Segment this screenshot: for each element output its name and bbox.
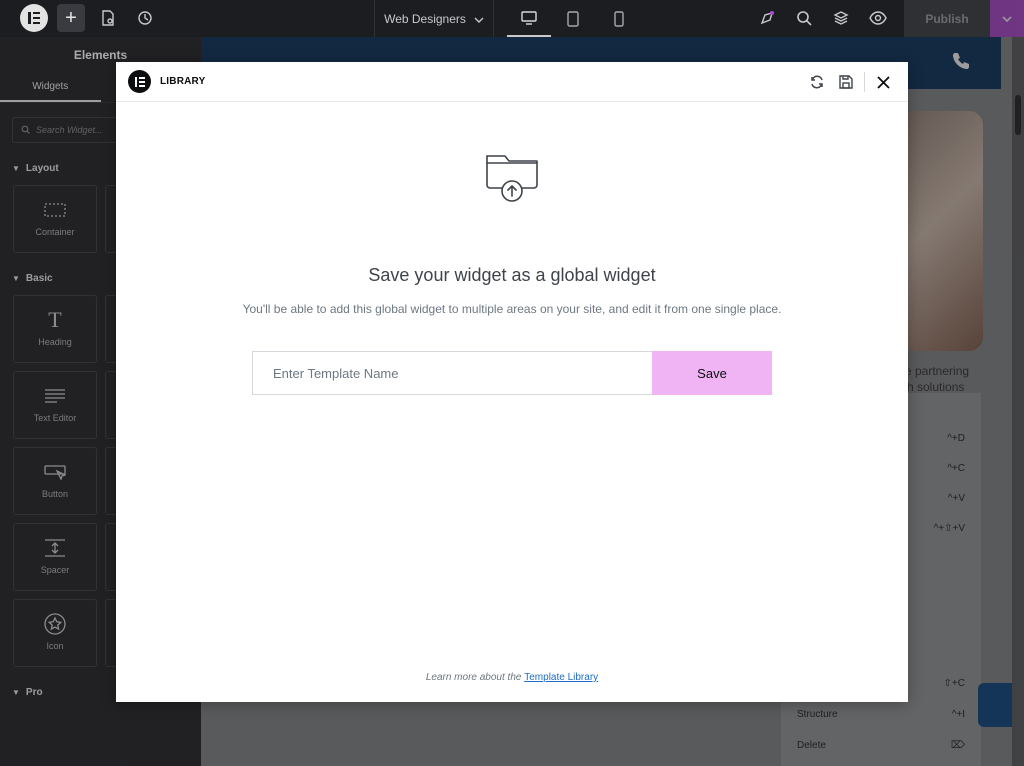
page-settings-icon[interactable] xyxy=(98,8,118,28)
library-modal: LIBRARY Save your widget as a global wid… xyxy=(116,62,908,702)
template-name-input[interactable] xyxy=(252,351,652,395)
site-selector[interactable]: Web Designers xyxy=(374,0,494,37)
mobile-icon[interactable] xyxy=(597,0,641,37)
eye-icon[interactable] xyxy=(868,8,888,28)
modal-footer: Learn more about the Template Library xyxy=(116,672,908,683)
tablet-icon[interactable] xyxy=(551,0,595,37)
elementor-logo-icon[interactable] xyxy=(20,4,48,32)
search-icon[interactable] xyxy=(794,8,814,28)
save-template-form: Save xyxy=(252,351,772,395)
modal-header: LIBRARY xyxy=(116,62,908,102)
modal-description: You'll be able to add this global widget… xyxy=(242,302,782,316)
modal-body: Save your widget as a global widget You'… xyxy=(116,102,908,701)
desktop-icon[interactable] xyxy=(507,0,551,37)
add-element-button[interactable]: + xyxy=(57,4,85,32)
layers-icon[interactable] xyxy=(831,8,851,28)
site-name: Web Designers xyxy=(384,11,466,26)
save-button[interactable]: Save xyxy=(652,351,772,395)
modal-actions xyxy=(802,62,898,102)
publish-options-chevron-icon[interactable] xyxy=(990,0,1024,37)
modal-title: LIBRARY xyxy=(160,76,206,87)
footer-text: Learn more about the xyxy=(425,672,525,683)
notifications-icon[interactable] xyxy=(757,8,777,28)
history-icon[interactable] xyxy=(135,8,155,28)
elementor-logo-icon xyxy=(128,70,151,93)
header-divider xyxy=(864,72,865,92)
modal-heading: Save your widget as a global widget xyxy=(368,265,656,285)
close-icon[interactable] xyxy=(869,62,898,102)
editor-topbar: + Web Designers Publish xyxy=(0,0,1024,37)
sync-icon[interactable] xyxy=(802,62,831,102)
publish-button[interactable]: Publish xyxy=(904,0,990,37)
folder-upload-icon xyxy=(484,150,540,206)
template-library-link[interactable]: Template Library xyxy=(524,672,598,683)
save-icon[interactable] xyxy=(831,62,860,102)
chevron-down-icon xyxy=(474,12,484,26)
